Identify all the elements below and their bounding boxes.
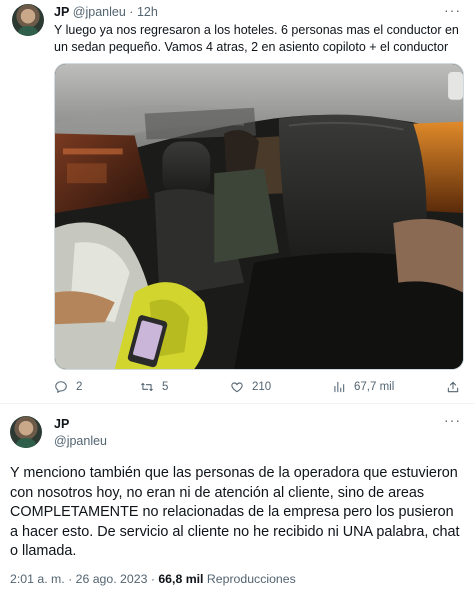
car-interior-photo: [55, 64, 463, 369]
tweet-text: Y menciono también que las personas de l…: [10, 465, 460, 559]
more-icon[interactable]: ···: [444, 412, 461, 428]
reply-count: 2: [76, 381, 83, 393]
author-name[interactable]: JP: [54, 417, 69, 431]
more-icon[interactable]: ···: [444, 2, 461, 18]
tweet-timestamp[interactable]: 2:01 a. m. · 26 ago. 2023 ·: [10, 572, 158, 586]
reply-icon: [55, 381, 67, 394]
author-handle[interactable]: @jpanleu: [54, 434, 107, 448]
views-button[interactable]: 67,7 mil: [332, 380, 394, 394]
like-count: 210: [252, 381, 272, 393]
tweet-header: JP @jpanleu · 12h: [54, 5, 158, 19]
tweet-time[interactable]: 12h: [137, 5, 158, 19]
tweet-photo[interactable]: [54, 63, 464, 370]
tweet-text: Y luego ya nos regresaron a los hoteles.…: [54, 23, 459, 54]
separator: ·: [129, 5, 134, 19]
avatar[interactable]: [12, 4, 44, 36]
retweet-button[interactable]: 5: [140, 380, 168, 394]
tweet-focused: JP @jpanleu ··· Y menciono también que l…: [0, 404, 475, 597]
author-handle[interactable]: @jpanleu: [73, 5, 126, 19]
retweet-icon: [141, 382, 153, 392]
tweet-meta: 2:01 a. m. · 26 ago. 2023 · 66,8 mil Rep…: [10, 572, 296, 586]
avatar[interactable]: [10, 416, 42, 448]
retweet-count: 5: [162, 381, 169, 393]
views-chart-icon: [334, 381, 345, 393]
views-label: Reproducciones: [203, 572, 296, 586]
views-count: 66,8 mil: [158, 572, 204, 586]
like-button[interactable]: 210: [230, 380, 271, 394]
share-icon: [447, 381, 459, 393]
views-count: 67,7 mil: [354, 381, 395, 393]
tweet-first: JP @jpanleu · 12h ··· Y luego ya nos reg…: [0, 0, 475, 398]
heart-icon: [231, 382, 243, 393]
share-button[interactable]: [446, 380, 460, 394]
author-name[interactable]: JP: [54, 5, 69, 19]
reply-button[interactable]: 2: [54, 380, 82, 394]
tweet-actions: 2 5 210 67,7 mil: [54, 380, 466, 398]
